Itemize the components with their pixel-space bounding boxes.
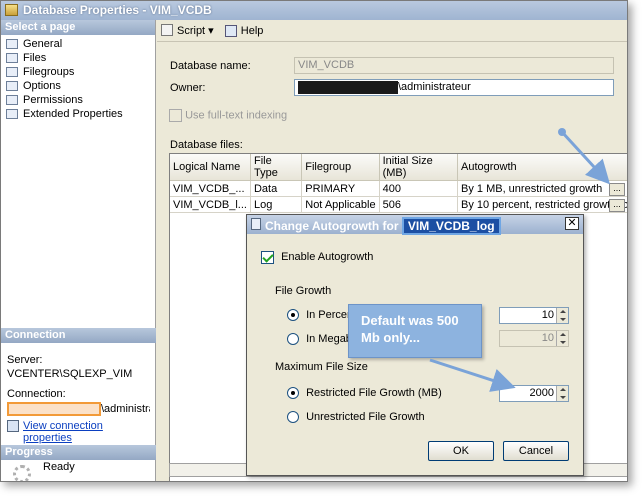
table-cell[interactable]: 400 bbox=[379, 180, 459, 197]
script-button[interactable]: Script ▾ bbox=[161, 24, 214, 37]
dialog-title-file: VIM_VCDB_log bbox=[401, 217, 501, 235]
cancel-button[interactable]: Cancel bbox=[503, 441, 569, 461]
megabytes-stepper: 10 bbox=[499, 330, 569, 347]
enable-autogrowth-label: Enable Autogrowth bbox=[281, 251, 374, 264]
owner-field[interactable]: \administrateur bbox=[294, 79, 614, 96]
fulltext-label: Use full-text indexing bbox=[185, 109, 288, 122]
connection-section: Connection Server: VCENTER\SQLEXP_VIM Co… bbox=[1, 328, 156, 451]
help-button[interactable]: Help bbox=[224, 25, 263, 37]
table-cell[interactable]: By 1 MB, unrestricted growth ... bbox=[457, 180, 627, 197]
table-cell[interactable]: By 10 percent, restricted growth to... .… bbox=[457, 196, 627, 213]
database-icon bbox=[5, 4, 18, 16]
connection-value: \administrat bbox=[101, 402, 150, 415]
unrestricted-growth-radio[interactable] bbox=[287, 411, 299, 424]
maximum-file-size-label: Maximum File Size bbox=[275, 361, 368, 373]
restricted-growth-label: Restricted File Growth (MB) bbox=[306, 387, 442, 399]
page-item-general[interactable]: General bbox=[1, 37, 155, 51]
dialog-icon bbox=[251, 218, 261, 230]
page-icon bbox=[6, 53, 18, 63]
table-cell[interactable]: Data bbox=[250, 180, 303, 197]
table-cell[interactable]: 506 bbox=[379, 196, 459, 213]
table-cell[interactable]: VIM_VCDB_l... bbox=[170, 196, 251, 213]
table-cell[interactable]: Log bbox=[250, 196, 303, 213]
table-row[interactable]: VIM_VCDB_l... Log Not Applicable 506 By … bbox=[170, 196, 627, 213]
table-cell[interactable]: PRIMARY bbox=[301, 180, 380, 197]
toolbar: Script ▾ Help bbox=[157, 20, 627, 42]
file-growth-label: File Growth bbox=[275, 285, 332, 297]
fulltext-checkbox[interactable] bbox=[169, 109, 182, 122]
table-cell[interactable]: Not Applicable bbox=[301, 196, 380, 213]
dialog-title: Change Autogrowth for bbox=[265, 219, 399, 233]
page-icon bbox=[6, 39, 18, 49]
page-item-permissions[interactable]: Permissions bbox=[1, 93, 155, 107]
server-label: Server: bbox=[7, 354, 43, 366]
connection-label: Connection: bbox=[7, 388, 66, 400]
page-item-extended-properties[interactable]: Extended Properties bbox=[1, 107, 155, 121]
in-percent-radio[interactable] bbox=[287, 309, 299, 322]
redacted-owner bbox=[298, 81, 398, 94]
connection-header: Connection bbox=[1, 328, 156, 343]
unrestricted-growth-label: Unrestricted File Growth bbox=[306, 411, 425, 423]
page-icon bbox=[6, 95, 18, 105]
autogrowth-edit-button[interactable]: ... bbox=[609, 199, 625, 212]
restricted-size-stepper[interactable]: 2000 bbox=[499, 385, 569, 402]
window-title: Database Properties - VIM_VCDB bbox=[23, 3, 212, 17]
progress-header: Progress bbox=[1, 445, 156, 460]
restricted-growth-radio[interactable] bbox=[287, 387, 299, 400]
page-item-options[interactable]: Options bbox=[1, 79, 155, 93]
column-header[interactable]: Autogrowth bbox=[457, 154, 627, 181]
column-header[interactable]: Initial Size (MB) bbox=[379, 154, 459, 181]
table-cell[interactable]: VIM_VCDB_... bbox=[170, 180, 251, 197]
script-icon bbox=[161, 24, 173, 36]
select-page-header: Select a page bbox=[1, 20, 155, 35]
column-header[interactable]: File Type bbox=[250, 154, 303, 181]
page-item-files[interactable]: Files bbox=[1, 51, 155, 65]
in-megabytes-radio[interactable] bbox=[287, 333, 299, 346]
server-value: VCENTER\SQLEXP_VIM bbox=[7, 368, 133, 380]
database-name-label: Database name: bbox=[170, 60, 251, 72]
spinner-arrows-icon bbox=[556, 331, 568, 346]
page-icon bbox=[6, 67, 18, 77]
progress-status: Ready bbox=[43, 461, 75, 473]
in-percent-row[interactable]: In Percent bbox=[287, 309, 356, 322]
annotation-callout: Default was 500 Mb only... bbox=[348, 304, 482, 358]
restricted-growth-row[interactable]: Restricted File Growth (MB) bbox=[287, 387, 442, 400]
database-name-field: VIM_VCDB bbox=[294, 57, 614, 74]
window-title-bar[interactable]: Database Properties - VIM_VCDB bbox=[1, 1, 627, 20]
enable-autogrowth-checkbox[interactable] bbox=[261, 251, 274, 264]
database-files-label: Database files: bbox=[170, 139, 243, 151]
left-pane: Select a page General Files Filegroups O… bbox=[1, 20, 156, 481]
dialog-title-bar[interactable]: Change Autogrowth for VIM_VCDB_log ✕ bbox=[247, 215, 583, 235]
redacted-user bbox=[7, 402, 101, 416]
column-header[interactable]: Logical Name bbox=[170, 154, 251, 181]
table-row[interactable]: VIM_VCDB_... Data PRIMARY 400 By 1 MB, u… bbox=[170, 180, 627, 197]
unrestricted-growth-row[interactable]: Unrestricted File Growth bbox=[287, 411, 425, 424]
percent-stepper[interactable]: 10 bbox=[499, 307, 569, 324]
owner-label: Owner: bbox=[170, 82, 206, 94]
enable-autogrowth-row[interactable]: Enable Autogrowth bbox=[261, 251, 373, 264]
ok-button[interactable]: OK bbox=[428, 441, 494, 461]
fulltext-row[interactable]: Use full-text indexing bbox=[169, 109, 287, 122]
in-megabytes-row[interactable]: In Megaby bbox=[287, 333, 357, 346]
close-icon[interactable]: ✕ bbox=[565, 217, 579, 230]
spinner-arrows-icon[interactable] bbox=[556, 386, 568, 401]
view-connection-properties-link[interactable]: View connection properties bbox=[23, 420, 103, 444]
page-item-filegroups[interactable]: Filegroups bbox=[1, 65, 155, 79]
spinner-arrows-icon[interactable] bbox=[556, 308, 568, 323]
column-header[interactable]: Filegroup bbox=[301, 154, 380, 181]
page-icon bbox=[6, 81, 18, 91]
progress-spinner-icon bbox=[13, 465, 31, 481]
progress-section: Progress Ready bbox=[1, 445, 156, 481]
connection-properties-icon bbox=[7, 420, 19, 432]
page-icon bbox=[6, 109, 18, 119]
help-icon bbox=[224, 25, 237, 37]
autogrowth-edit-button[interactable]: ... bbox=[609, 183, 625, 196]
